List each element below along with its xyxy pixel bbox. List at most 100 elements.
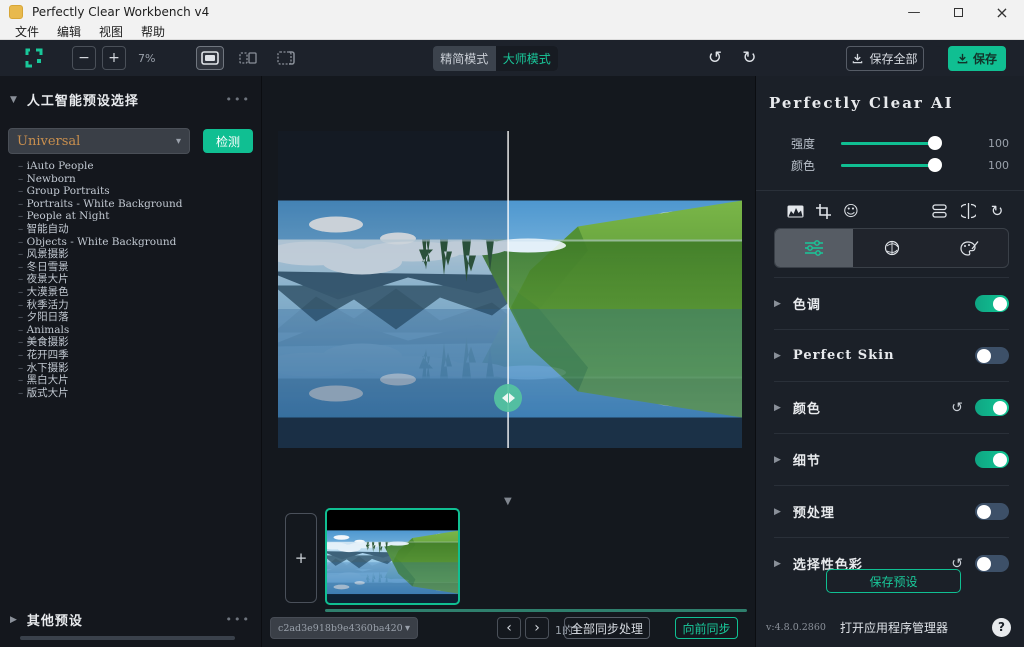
- detect-button[interactable]: 检测: [203, 129, 253, 153]
- window-title: Perfectly Clear Workbench v4: [32, 5, 209, 19]
- arrow-right-icon: [509, 393, 515, 403]
- slider-track[interactable]: [841, 164, 936, 167]
- preset-item[interactable]: Newborn: [18, 173, 253, 186]
- slider-knob[interactable]: [928, 158, 942, 172]
- before-after-view-button[interactable]: [272, 46, 300, 70]
- view-mode-group: [196, 46, 300, 70]
- toggle-knob: [977, 349, 991, 363]
- app-icon: [9, 5, 23, 19]
- histogram-icon[interactable]: [784, 200, 806, 222]
- thumbnail-image: [327, 510, 458, 603]
- slider-track[interactable]: [841, 142, 936, 145]
- menu-item[interactable]: 视图: [92, 23, 130, 40]
- split-vertical-icon[interactable]: [957, 200, 979, 222]
- expand-icon[interactable]: ▶: [774, 299, 781, 309]
- simple-mode-tab[interactable]: 精简模式: [433, 46, 496, 71]
- master-mode-tab[interactable]: 大师模式: [496, 46, 559, 71]
- split-horizontal-icon[interactable]: [928, 200, 950, 222]
- save-button[interactable]: 保存: [948, 46, 1006, 71]
- preprocess-toggle[interactable]: [975, 503, 1009, 520]
- close-button[interactable]: ×: [980, 0, 1024, 24]
- filename-dropdown[interactable]: c2ad3e918b9e4360ba420 ▾: [270, 617, 418, 639]
- crop-icon[interactable]: [812, 200, 834, 222]
- tab-paint[interactable]: [930, 229, 1008, 267]
- tab-retouch[interactable]: [853, 229, 931, 267]
- save-all-label: 保存全部: [869, 50, 917, 67]
- preset-item[interactable]: 美食摄影: [18, 336, 253, 349]
- preset-item[interactable]: 夜景大片: [18, 273, 253, 286]
- preset-item[interactable]: 黑白大片: [18, 374, 253, 387]
- redo-icon[interactable]: ↻: [742, 48, 756, 68]
- selective-color-toggle[interactable]: [975, 555, 1009, 572]
- more-options-icon[interactable]: •••: [226, 93, 251, 106]
- preset-item[interactable]: 智能自动: [18, 223, 253, 236]
- help-button[interactable]: ?: [992, 618, 1011, 637]
- preset-item[interactable]: 版式大片: [18, 387, 253, 400]
- preset-item[interactable]: Objects - White Background: [18, 236, 253, 249]
- menu-item[interactable]: 文件: [8, 23, 46, 40]
- zoom-out-button[interactable]: −: [72, 46, 96, 70]
- ai-presets-header[interactable]: ▼ 人工智能预设选择 •••: [10, 90, 251, 109]
- menu-item[interactable]: 编辑: [50, 23, 88, 40]
- preset-item[interactable]: Group Portraits: [18, 185, 253, 198]
- prev-image-button[interactable]: ‹: [497, 617, 521, 639]
- sync-forward-button[interactable]: 向前同步: [675, 617, 738, 639]
- sync-all-button[interactable]: 全部同步处理: [564, 617, 650, 639]
- single-view-button[interactable]: [196, 46, 224, 70]
- open-app-manager-link[interactable]: 打开应用程序管理器: [840, 619, 948, 636]
- slider-value: 100: [988, 159, 1009, 172]
- menu-item[interactable]: 帮助: [134, 23, 172, 40]
- before-after-slider-handle[interactable]: [494, 384, 522, 412]
- perfect-skin-toggle[interactable]: [975, 347, 1009, 364]
- image-canvas: ▼ + c2ad3e918b9e4360ba420 ▾ ‹ › 1的1 全部同步…: [262, 76, 755, 647]
- slider-row: 强度100: [756, 132, 1024, 154]
- toggle-knob: [993, 401, 1007, 415]
- preset-item[interactable]: People at Night: [18, 210, 253, 223]
- expand-icon[interactable]: ▶: [774, 403, 781, 413]
- maximize-button[interactable]: [936, 0, 980, 24]
- face-smiley-icon[interactable]: ☺: [840, 200, 862, 222]
- preset-item[interactable]: Portraits - White Background: [18, 198, 253, 211]
- preset-item[interactable]: 冬日雪景: [18, 261, 253, 274]
- preview-image[interactable]: [278, 131, 742, 448]
- download-icon: [852, 53, 863, 64]
- zoom-in-button[interactable]: +: [102, 46, 126, 70]
- rotate-icon[interactable]: ↻: [986, 200, 1008, 222]
- details-toggle[interactable]: [975, 451, 1009, 468]
- expand-icon[interactable]: ▶: [774, 559, 781, 569]
- preset-item[interactable]: 风景摄影: [18, 248, 253, 261]
- preset-item[interactable]: iAuto People: [18, 160, 253, 173]
- reset-icon[interactable]: ↺: [951, 400, 963, 416]
- tone-toggle[interactable]: [975, 295, 1009, 312]
- preset-item[interactable]: 秋季活力: [18, 299, 253, 312]
- preset-item[interactable]: 花开四季: [18, 349, 253, 362]
- horizontal-scrollbar[interactable]: [20, 636, 235, 640]
- section-perfect-skin: ▶Perfect Skin: [774, 330, 1009, 382]
- slider-knob[interactable]: [928, 136, 942, 150]
- add-image-button[interactable]: +: [285, 513, 317, 603]
- filmstrip-scrollbar[interactable]: [325, 609, 747, 612]
- color-toggle[interactable]: [975, 399, 1009, 416]
- thumbnail-selected[interactable]: [325, 508, 460, 605]
- other-presets-header[interactable]: ▶ 其他预设 •••: [10, 610, 251, 629]
- preset-item[interactable]: 大漠景色: [18, 286, 253, 299]
- preset-item[interactable]: 水下摄影: [18, 362, 253, 375]
- more-options-icon[interactable]: •••: [226, 613, 251, 626]
- preset-item[interactable]: 夕阳日落: [18, 311, 253, 324]
- collapsed-icon: ▶: [10, 615, 17, 625]
- expand-icon[interactable]: ▶: [774, 507, 781, 517]
- preset-item[interactable]: Animals: [18, 324, 253, 337]
- next-image-button[interactable]: ›: [525, 617, 549, 639]
- expand-icon[interactable]: ▶: [774, 455, 781, 465]
- tab-adjustments[interactable]: [775, 229, 853, 267]
- save-preset-button[interactable]: 保存预设: [826, 569, 961, 593]
- minimize-button[interactable]: —: [892, 0, 936, 24]
- expand-icon[interactable]: ▶: [774, 351, 781, 361]
- split-view-button[interactable]: [234, 46, 262, 70]
- toggle-knob: [993, 453, 1007, 467]
- slider-label: 颜色: [756, 157, 816, 174]
- filmstrip-collapse-icon[interactable]: ▼: [504, 496, 512, 507]
- preset-dropdown[interactable]: Universal ▾: [8, 128, 190, 154]
- save-all-button[interactable]: 保存全部: [846, 46, 924, 71]
- undo-icon[interactable]: ↺: [708, 48, 722, 68]
